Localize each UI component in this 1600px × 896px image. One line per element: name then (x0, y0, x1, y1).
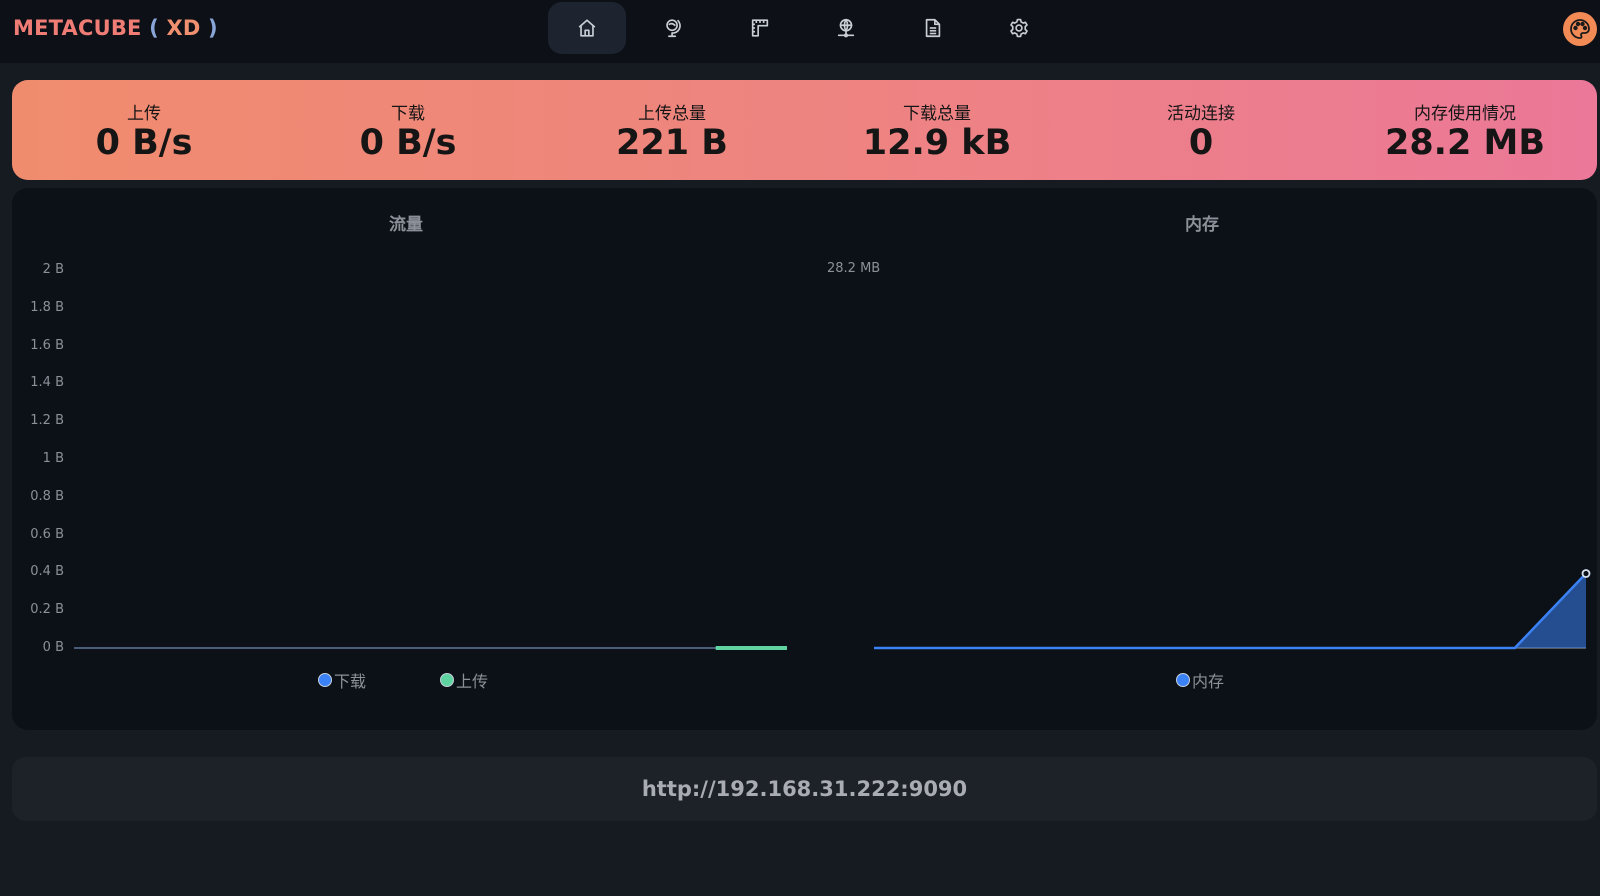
stat-label: 上传 (127, 104, 161, 124)
network-icon (837, 18, 855, 38)
theme-button[interactable] (1563, 12, 1597, 46)
backend-url-bar[interactable]: http://192.168.31.222:9090 (12, 757, 1597, 821)
legend-dot-download (318, 673, 332, 687)
traffic-y-tick: 2 B (42, 262, 64, 277)
traffic-y-tick: 1.6 B (30, 337, 64, 353)
traffic-y-tick: 1.4 B (30, 375, 64, 391)
traffic-y-tick: 1 B (42, 451, 64, 466)
traffic-y-tick: 0.6 B (30, 526, 64, 542)
legend-label: 内存 (1192, 672, 1225, 691)
stat-value: 12.9 kB (862, 123, 1012, 163)
ruler-icon (751, 19, 769, 37)
stat-label: 内存使用情况 (1414, 104, 1516, 124)
logo-text: METACUBE (13, 16, 142, 40)
legend-download[interactable]: 下载 (318, 670, 367, 691)
stat-label: 上传总量 (638, 104, 706, 124)
palette-icon (1570, 19, 1590, 39)
memory-chart (874, 569, 1591, 650)
traffic-y-tick: 1.2 B (30, 413, 64, 429)
nav-settings-button[interactable] (980, 2, 1058, 54)
globe-stand-icon (666, 19, 681, 38)
legend-upload[interactable]: 上传 (440, 670, 489, 691)
traffic-y-tick: 1.8 B (30, 299, 64, 315)
legend-dot-upload (440, 673, 454, 687)
stat-label: 下载总量 (903, 104, 971, 124)
legend-dot-memory (1176, 673, 1190, 687)
legend-label: 上传 (456, 672, 489, 691)
home-icon (578, 19, 596, 37)
legend-memory[interactable]: 内存 (1176, 670, 1225, 691)
nav-home-button[interactable] (548, 2, 626, 54)
logo-suffix: XD (166, 16, 201, 40)
stats-banner: 上传 0 B/s 下载 0 B/s 上传总量 221 B 下载总量 12.9 k… (12, 80, 1597, 180)
stat-value: 0 B/s (359, 123, 457, 163)
traffic-y-tick: 0.4 B (30, 564, 64, 580)
memory-series-area (874, 573, 1586, 648)
nav-rules-button[interactable] (721, 2, 799, 54)
traffic-y-tick: 0 B (42, 640, 64, 655)
traffic-y-tick: 0.8 B (30, 488, 64, 504)
charts-panel: 流量 内存 28.2 MB 下载 上传 内存 0 B 0.2 B 0.4 B 0.6 … (12, 188, 1597, 730)
stat-value: 0 (1188, 123, 1214, 163)
stat-value: 28.2 MB (1384, 123, 1546, 163)
memory-max-label: 28.2 MB (827, 261, 881, 276)
logo-paren-open: ( (141, 16, 167, 40)
legend-label: 下载 (334, 672, 367, 691)
memory-series-line (874, 572, 1587, 650)
backend-url: http://192.168.31.222:9090 (641, 777, 968, 801)
memory-last-point (1581, 569, 1591, 578)
stat-value: 0 B/s (95, 123, 193, 163)
nav-logs-button[interactable] (894, 2, 972, 54)
stat-value: 221 B (616, 123, 728, 163)
nav-connections-button[interactable] (807, 2, 885, 54)
document-icon (925, 18, 941, 38)
stat-label: 下载 (391, 104, 425, 124)
gear-icon (1010, 18, 1028, 38)
traffic-y-tick: 0.2 B (30, 602, 64, 618)
stat-label: 活动连接 (1167, 104, 1235, 124)
nav-proxies-button[interactable] (634, 2, 712, 54)
top-bar: METACUBE ( XD ) (0, 0, 1600, 63)
app-logo[interactable]: METACUBE ( XD ) (13, 14, 218, 42)
logo-paren-close: ) (200, 16, 218, 40)
